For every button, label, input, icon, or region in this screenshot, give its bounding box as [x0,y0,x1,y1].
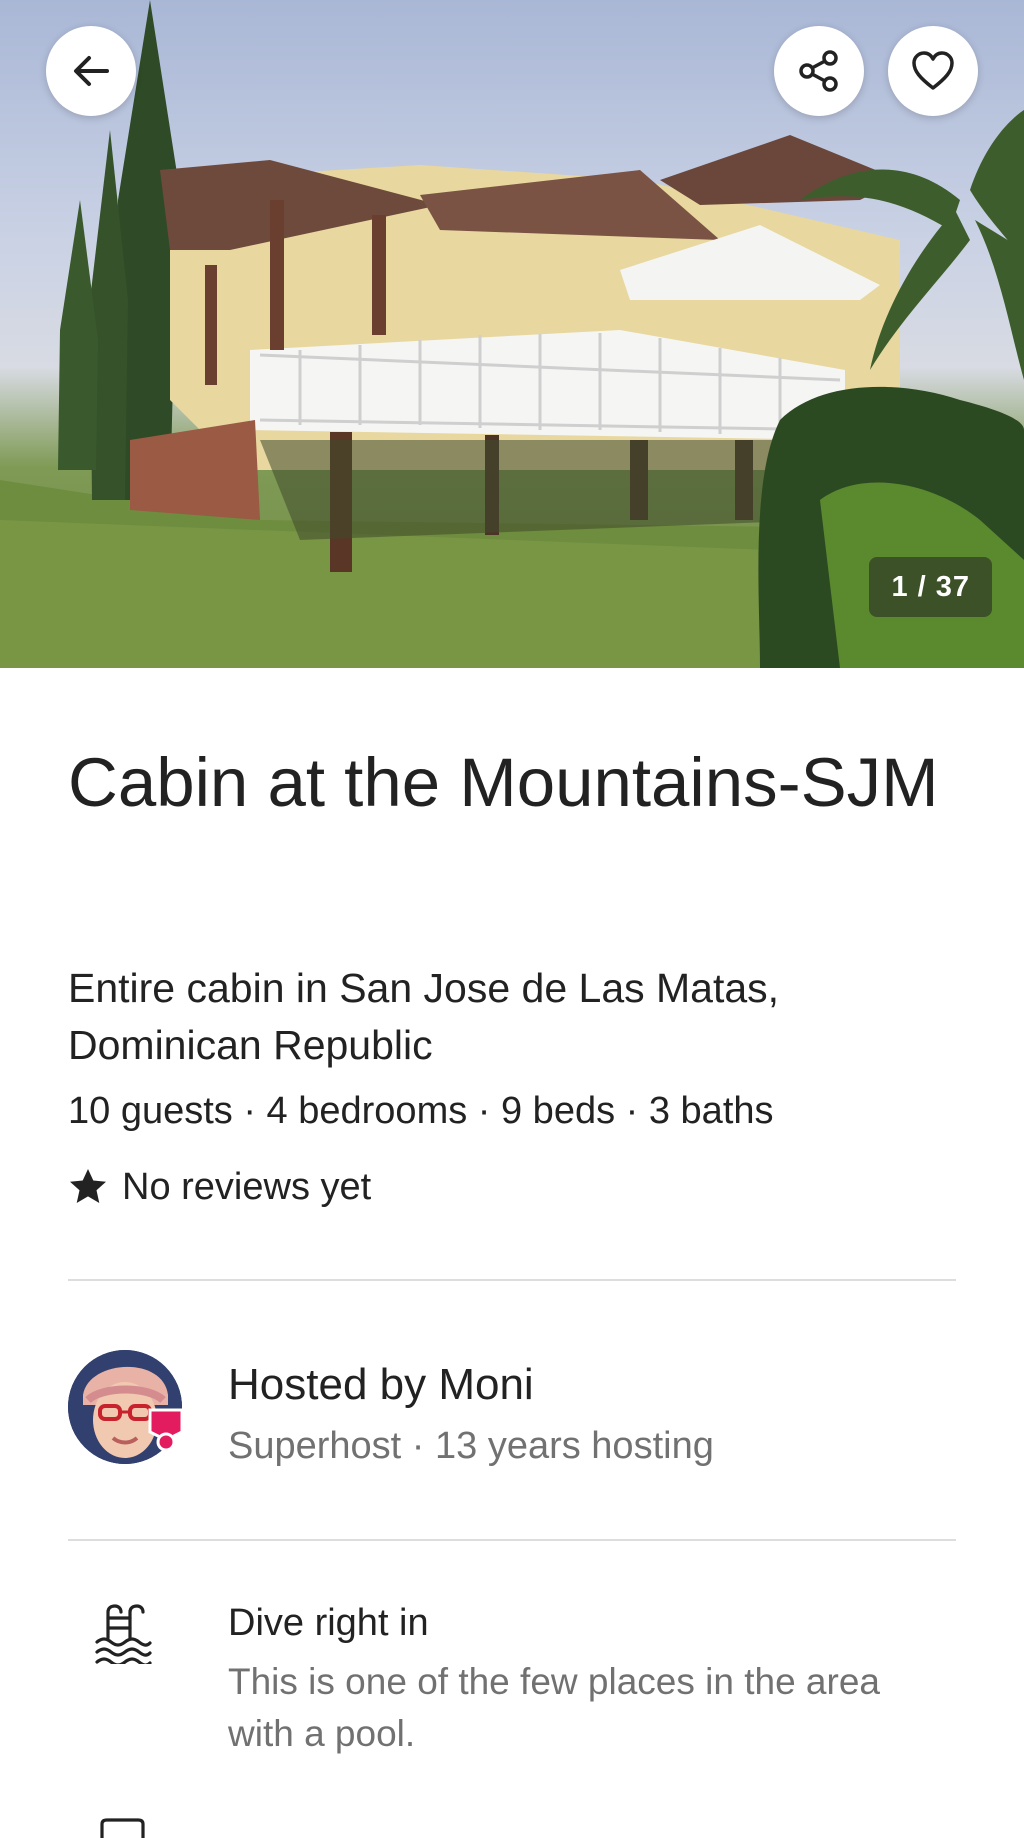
save-to-wishlist-button[interactable] [888,26,978,116]
divider [68,1539,956,1541]
arrow-left-icon [74,56,109,86]
superhost-badge-icon [148,1408,184,1452]
host-name: Hosted by Moni [228,1360,534,1409]
back-button[interactable] [46,26,136,116]
reviews-summary[interactable]: No reviews yet [68,1162,371,1212]
host-section[interactable]: Hosted by Moni Superhost · 13 years host… [68,1350,956,1467]
next-highlight-icon [100,1818,145,1838]
heart-icon [912,51,954,90]
share-button[interactable] [774,26,864,116]
listing-subtitle: Entire cabin in San Jose de Las Matas, D… [68,965,780,1068]
highlight-title: Dive right in [228,1602,429,1644]
listing-title: Cabin at the Mountains-SJM [68,744,939,821]
listing-capacity: 10 guests · 4 bedrooms · 9 beds · 3 bath… [68,1090,774,1132]
star-icon [70,1169,106,1203]
host-meta: Superhost · 13 years hosting [228,1425,714,1467]
pool-icon [95,1604,152,1664]
share-icon [799,50,838,92]
highlight-description: This is one of the few places in the are… [228,1661,880,1754]
listing-photo[interactable]: 1 / 37 [0,0,1024,668]
photo-counter: 1 / 37 [869,557,992,617]
divider [68,1279,956,1281]
reviews-text: No reviews yet [122,1166,372,1208]
